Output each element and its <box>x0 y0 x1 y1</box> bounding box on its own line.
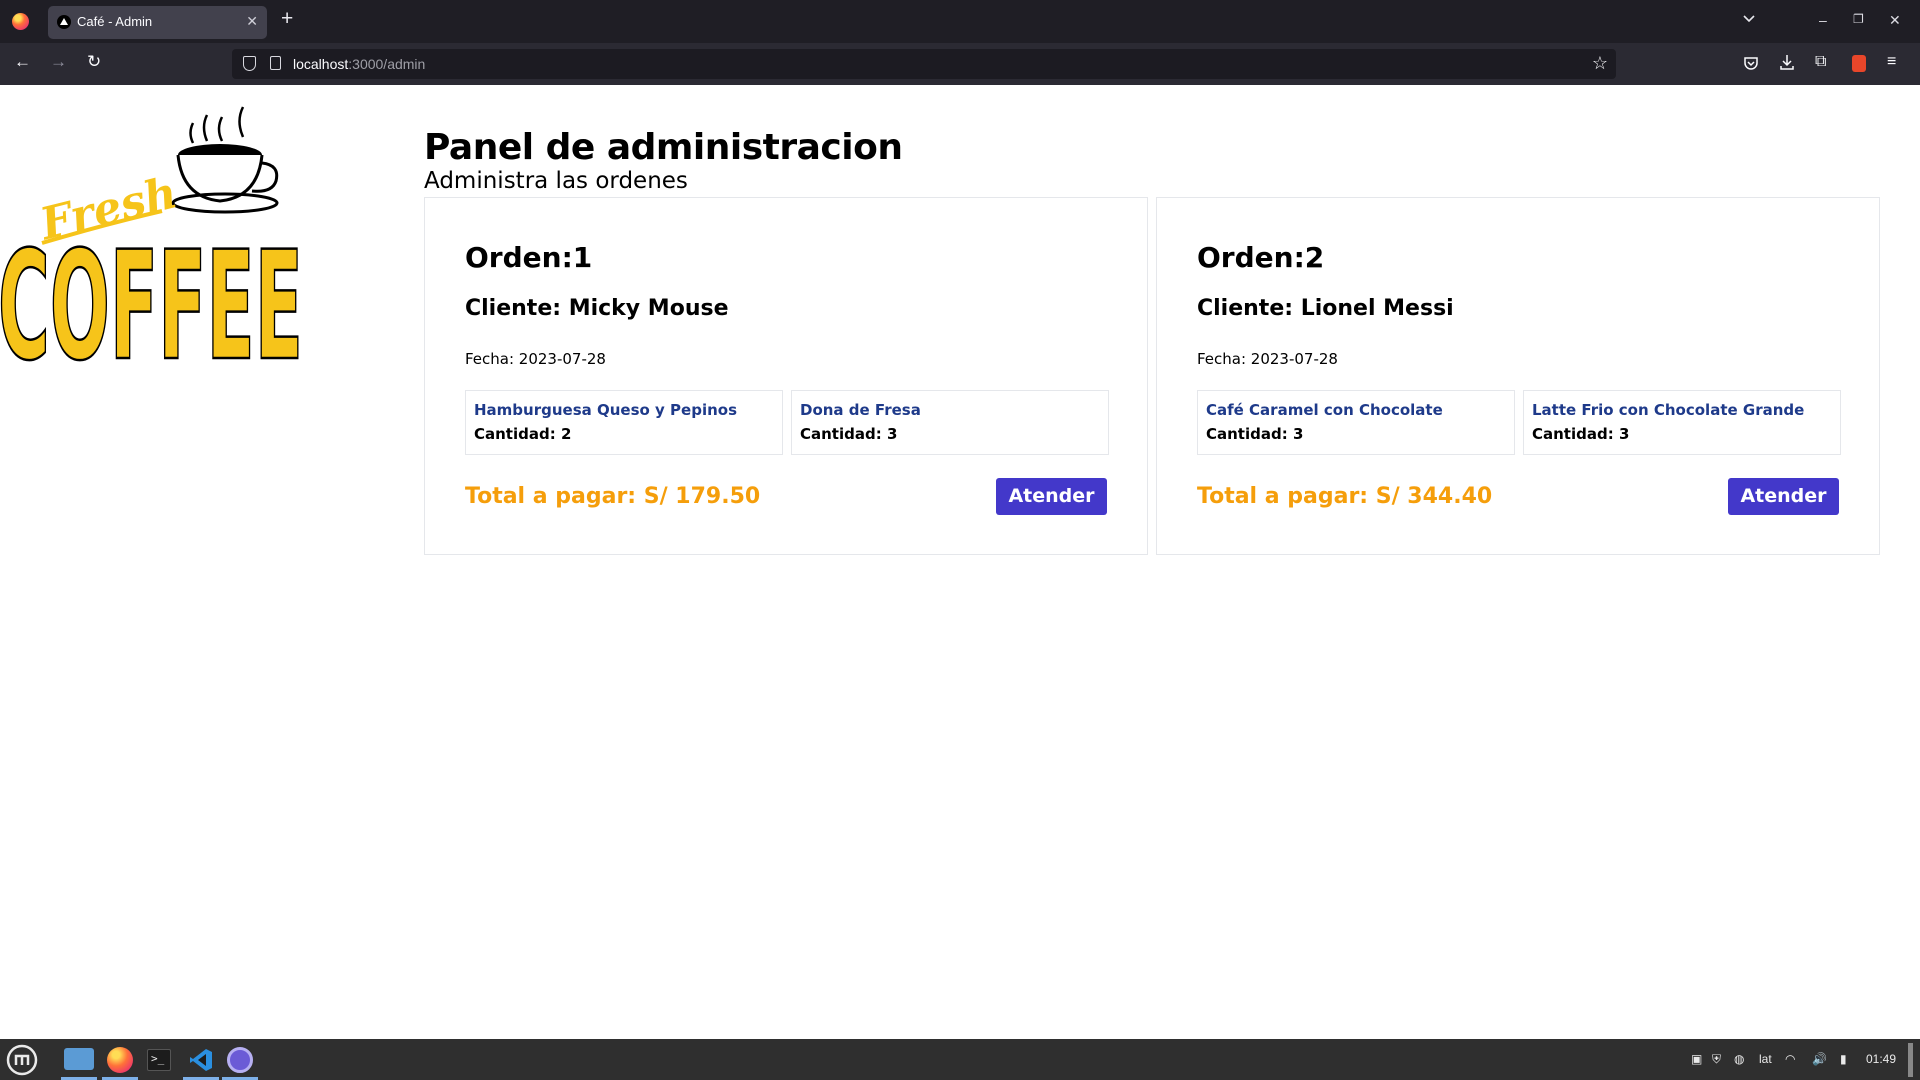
order-date: Fecha: 2023-07-28 <box>465 350 606 368</box>
bookmark-star-icon[interactable]: ☆ <box>1592 53 1608 74</box>
wifi-icon[interactable]: ◠ <box>1785 1052 1795 1066</box>
order-item-name: Café Caramel con Chocolate <box>1206 401 1443 419</box>
fresh-coffee-logo: Fresh COFFEE <box>0 106 304 363</box>
attend-order-button[interactable]: Atender <box>1728 478 1839 515</box>
clock[interactable]: 01:49 <box>1866 1052 1896 1066</box>
order-client: Cliente: Micky Mouse <box>465 296 729 321</box>
tracking-protection-icon[interactable] <box>243 56 256 71</box>
svg-text:COFFEE: COFFEE <box>0 220 303 363</box>
order-item-name: Dona de Fresa <box>800 401 921 419</box>
browser-tab-active[interactable]: Café - Admin ✕ <box>48 6 267 39</box>
order-date: Fecha: 2023-07-28 <box>1197 350 1338 368</box>
extensions-icon[interactable]: ⧉ <box>1815 54 1826 70</box>
firefox-menu-icon[interactable] <box>12 13 29 30</box>
battery-icon[interactable]: ▮ <box>1840 1052 1847 1066</box>
page-info-icon[interactable] <box>270 56 281 70</box>
order-item-name: Hamburguesa Queso y Pepinos <box>474 401 737 419</box>
order-items: Café Caramel con Chocolate Cantidad: 3 L… <box>1197 390 1841 455</box>
order-card: Orden:2 Cliente: Lionel Messi Fecha: 202… <box>1156 197 1880 555</box>
extension-fox-icon[interactable] <box>1852 55 1866 72</box>
close-window-icon[interactable]: ✕ <box>1889 12 1901 29</box>
order-total: Total a pagar: S/ 179.50 <box>465 484 761 509</box>
keyboard-layout[interactable]: lat <box>1759 1052 1772 1066</box>
files-folder-icon[interactable] <box>64 1048 94 1070</box>
order-item-qty: Cantidad: 2 <box>474 425 572 443</box>
order-item-name: Latte Frio con Chocolate Grande <box>1532 401 1805 419</box>
app-launcher-icon[interactable] <box>227 1047 253 1073</box>
firefox-taskbar-icon[interactable] <box>107 1047 133 1073</box>
hamburger-menu-icon[interactable]: ≡ <box>1887 54 1896 70</box>
chip-tray-icon[interactable]: ◍ <box>1734 1052 1744 1066</box>
clipboard-icon[interactable]: ▣ <box>1691 1052 1702 1066</box>
order-item-qty: Cantidad: 3 <box>800 425 898 443</box>
nextjs-favicon-icon <box>57 15 71 29</box>
minimize-icon[interactable]: – <box>1819 12 1827 28</box>
order-item-qty: Cantidad: 3 <box>1532 425 1630 443</box>
terminal-icon[interactable]: >_ <box>147 1049 171 1071</box>
volume-icon[interactable]: 🔊 <box>1812 1052 1827 1066</box>
new-tab-icon[interactable]: + <box>281 8 293 29</box>
vscode-icon[interactable] <box>188 1047 214 1073</box>
list-all-tabs-icon[interactable] <box>1741 11 1757 27</box>
order-total: Total a pagar: S/ 344.40 <box>1197 484 1493 509</box>
url-text[interactable]: localhost:3000/admin <box>293 56 425 72</box>
restore-icon[interactable]: ❐ <box>1853 12 1864 26</box>
tab-title: Café - Admin <box>77 14 153 29</box>
order-card: Orden:1 Cliente: Micky Mouse Fecha: 2023… <box>424 197 1148 555</box>
page-subtitle: Administra las ordenes <box>424 168 688 194</box>
pocket-icon[interactable] <box>1743 55 1759 71</box>
browser-tab-bar: Café - Admin ✕ + – ❐ ✕ <box>0 0 1920 43</box>
order-item: Latte Frio con Chocolate Grande Cantidad… <box>1523 390 1841 455</box>
order-client: Cliente: Lionel Messi <box>1197 296 1454 321</box>
mint-menu-icon[interactable] <box>6 1044 38 1076</box>
tab-close-icon[interactable]: ✕ <box>246 13 258 30</box>
forward-icon[interactable]: → <box>50 53 67 70</box>
order-item: Café Caramel con Chocolate Cantidad: 3 <box>1197 390 1515 455</box>
shield-tray-icon[interactable]: ⛨ <box>1712 1052 1721 1067</box>
show-desktop-button[interactable] <box>1908 1043 1913 1077</box>
back-icon[interactable]: ← <box>14 53 31 70</box>
address-bar[interactable]: localhost:3000/admin ☆ <box>232 49 1616 79</box>
downloads-icon[interactable] <box>1779 54 1795 71</box>
order-items: Hamburguesa Queso y Pepinos Cantidad: 2 … <box>465 390 1109 455</box>
browser-nav-bar: ← → ↻ localhost:3000/admin ☆ ⧉ ≡ <box>0 43 1920 85</box>
page-title: Panel de administracion <box>424 127 903 168</box>
desktop-taskbar: >_ ▣ ⛨ ◍ lat ◠ 🔊 ▮ 01:49 <box>0 1039 1920 1080</box>
order-item: Dona de Fresa Cantidad: 3 <box>791 390 1109 455</box>
attend-order-button[interactable]: Atender <box>996 478 1107 515</box>
order-title: Orden:2 <box>1197 241 1325 274</box>
order-item-qty: Cantidad: 3 <box>1206 425 1304 443</box>
order-title: Orden:1 <box>465 241 593 274</box>
reload-icon[interactable]: ↻ <box>87 53 101 70</box>
order-item: Hamburguesa Queso y Pepinos Cantidad: 2 <box>465 390 783 455</box>
